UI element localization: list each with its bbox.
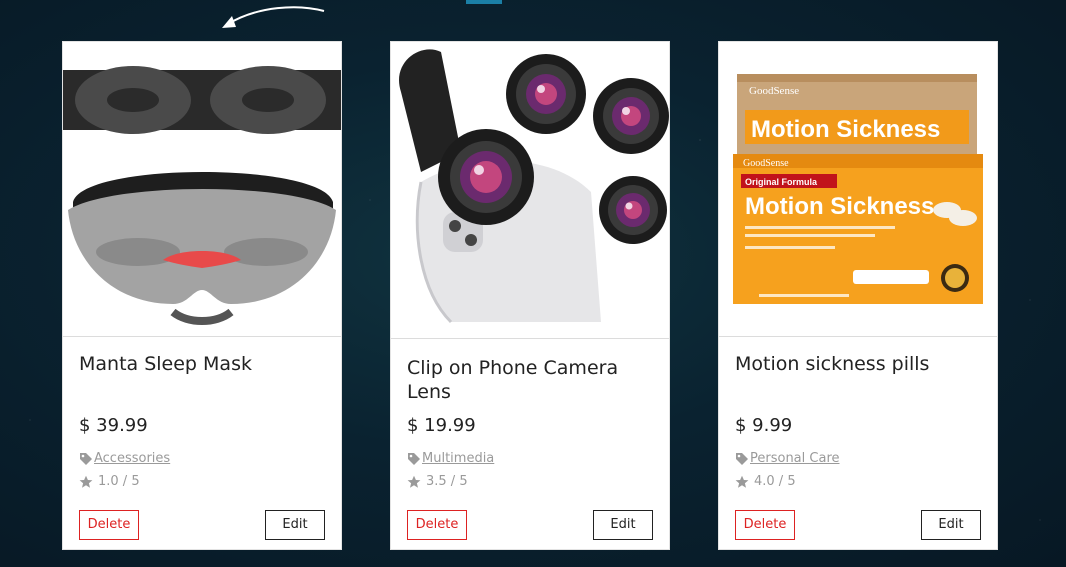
- product-title: Clip on Phone Camera Lens: [407, 357, 619, 403]
- box-title-top: Motion Sickness: [751, 116, 940, 143]
- rating-value: 1.0 / 5: [98, 474, 140, 489]
- product-category: Multimedia: [407, 451, 494, 466]
- tag-icon: [736, 452, 748, 465]
- rating-value: 3.5 / 5: [426, 474, 468, 489]
- product-rating: 4.0 / 5: [735, 474, 796, 489]
- product-rating: 1.0 / 5: [79, 474, 140, 489]
- product-card: GoodSense Motion Sickness GoodSense Orig…: [718, 41, 998, 550]
- edit-button[interactable]: Edit: [265, 510, 325, 540]
- product-card: Clip on Phone Camera Lens $ 19.99 Multim…: [390, 41, 670, 550]
- box-subtitle: Original Formula: [745, 177, 818, 187]
- category-link[interactable]: Accessories: [94, 451, 170, 466]
- phone-lens-image: [391, 42, 669, 324]
- star-icon: [407, 475, 421, 488]
- product-title: Motion sickness pills: [735, 353, 930, 375]
- rating-value: 4.0 / 5: [754, 474, 796, 489]
- product-image: [63, 42, 341, 337]
- curved-arrow-icon: [222, 6, 325, 28]
- box-title-main: Motion Sickness: [745, 193, 934, 220]
- delete-button[interactable]: Delete: [79, 510, 139, 540]
- box-brand-main: GoodSense: [743, 158, 789, 169]
- edit-button[interactable]: Edit: [921, 510, 981, 540]
- star-icon: [79, 475, 93, 488]
- product-image: [391, 42, 669, 339]
- edit-button[interactable]: Edit: [593, 510, 653, 540]
- product-card: Manta Sleep Mask $ 39.99 Accessories 1.0…: [62, 41, 342, 550]
- delete-button[interactable]: Delete: [735, 510, 795, 540]
- tag-icon: [408, 452, 420, 465]
- product-category: Accessories: [79, 451, 170, 466]
- category-link[interactable]: Personal Care: [750, 451, 840, 466]
- product-price: $ 19.99: [407, 415, 476, 436]
- delete-button[interactable]: Delete: [407, 510, 467, 540]
- product-price: $ 39.99: [79, 415, 148, 436]
- motion-sickness-box-image: GoodSense Motion Sickness GoodSense Orig…: [733, 74, 983, 304]
- top-tab-indicator: [466, 0, 502, 4]
- box-brand-top: GoodSense: [749, 85, 799, 97]
- tag-icon: [80, 452, 92, 465]
- product-title: Manta Sleep Mask: [79, 353, 252, 375]
- product-category: Personal Care: [735, 451, 840, 466]
- sleep-mask-image: [63, 66, 341, 325]
- product-image: GoodSense Motion Sickness GoodSense Orig…: [719, 42, 997, 337]
- product-price: $ 9.99: [735, 415, 793, 436]
- star-icon: [735, 475, 749, 488]
- product-rating: 3.5 / 5: [407, 474, 468, 489]
- category-link[interactable]: Multimedia: [422, 451, 494, 466]
